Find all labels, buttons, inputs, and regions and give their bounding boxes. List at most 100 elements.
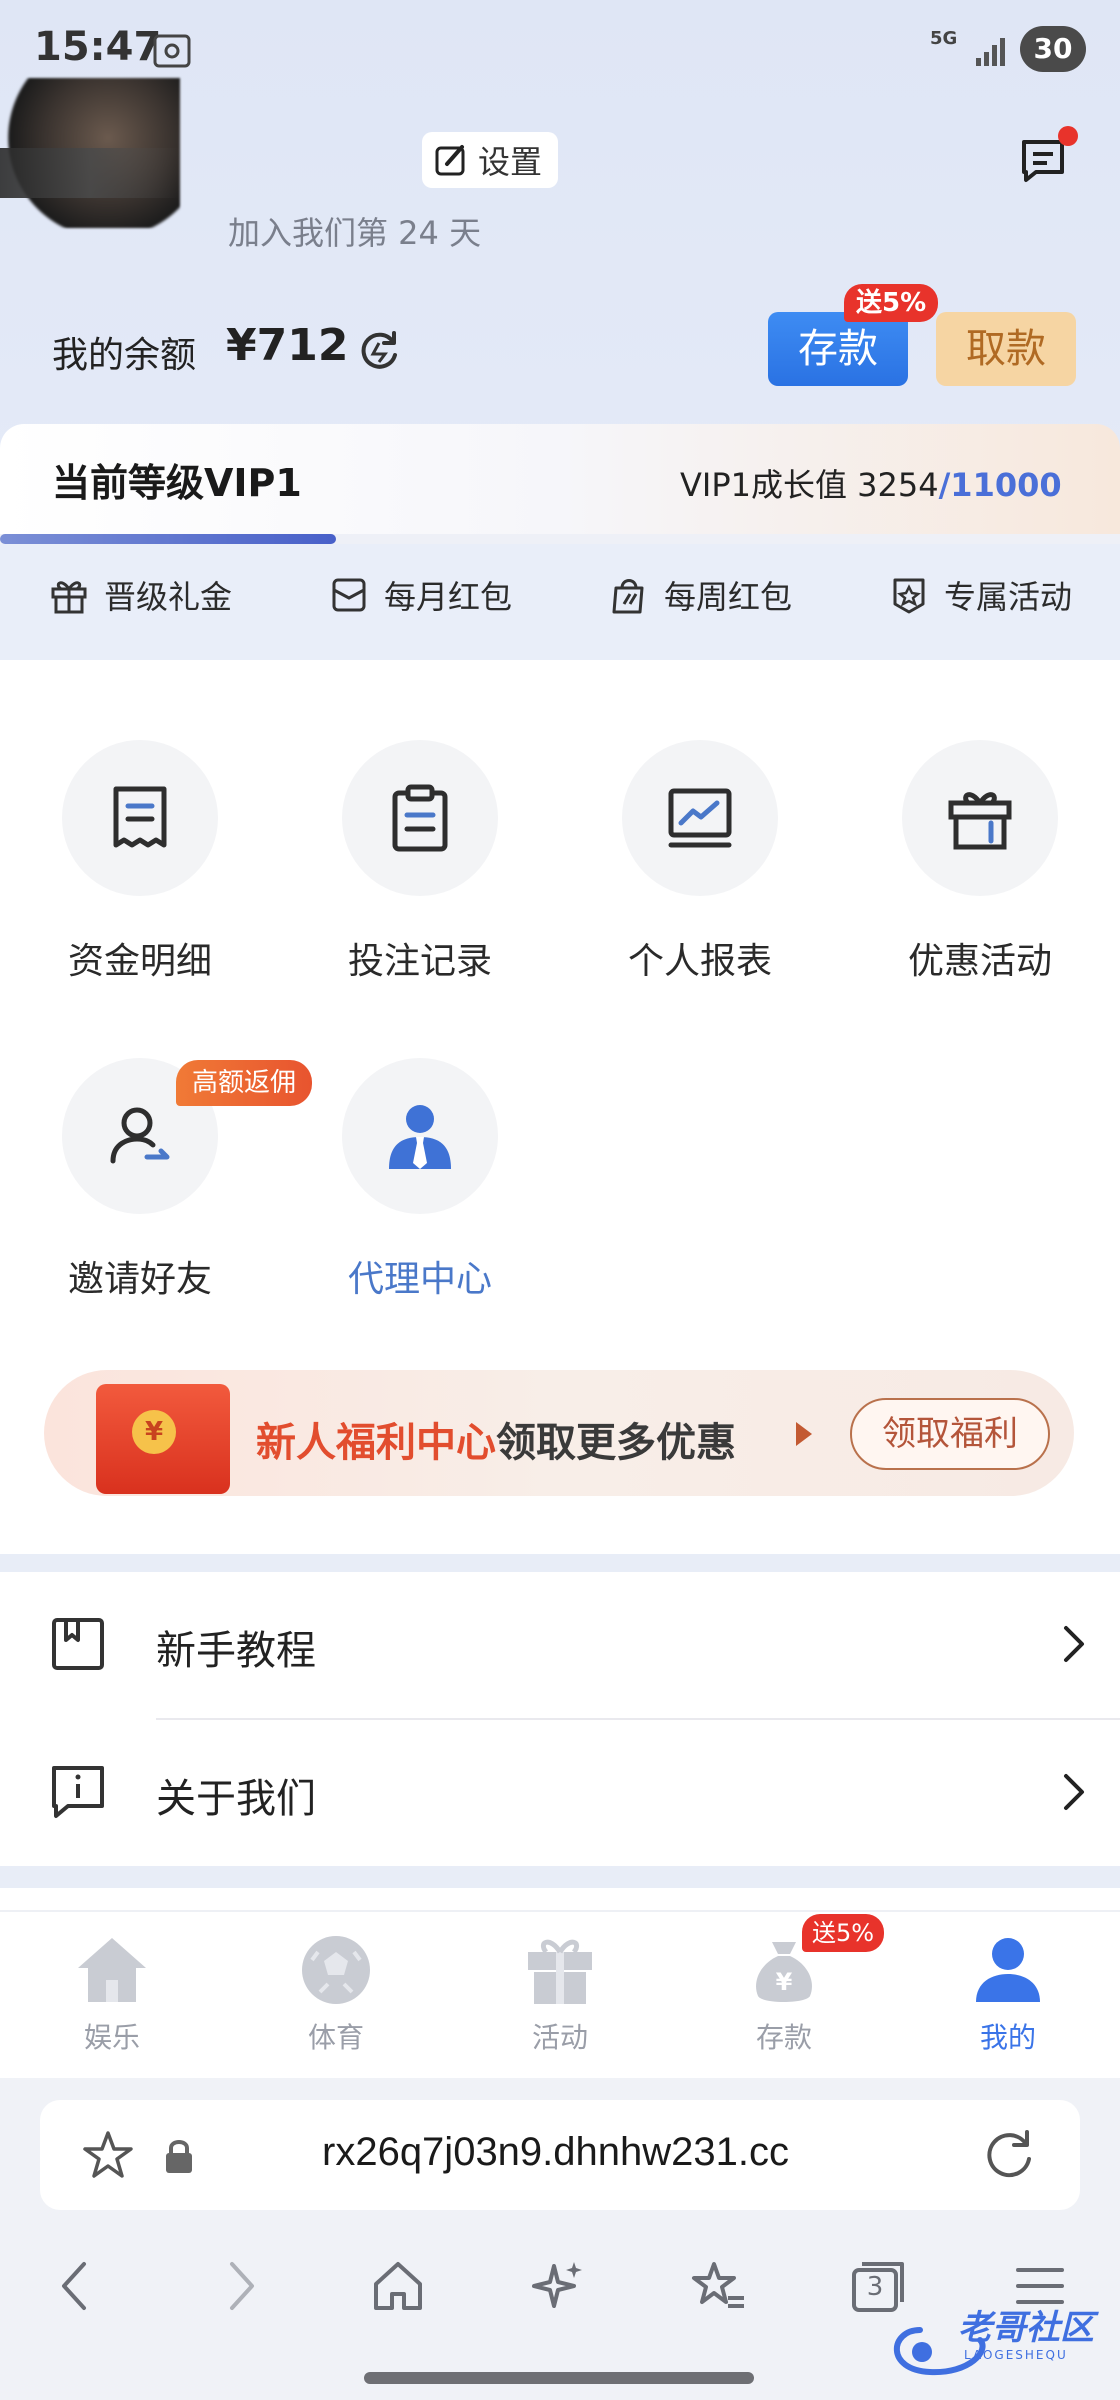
welfare-title: 新人福利中心领取更多优惠 bbox=[256, 1410, 736, 1468]
grid-item-fund-details[interactable]: 资金明细 bbox=[40, 740, 240, 984]
gift-icon bbox=[528, 1939, 592, 2004]
agent-icon bbox=[389, 1105, 451, 1169]
play-arrow-icon bbox=[796, 1422, 812, 1446]
gift-icon bbox=[51, 581, 87, 614]
chevron-right-icon bbox=[1064, 1774, 1084, 1810]
tab-events[interactable]: 活动 bbox=[490, 1930, 630, 2056]
list-label: 关于我们 bbox=[156, 1776, 316, 1822]
gift-box-icon bbox=[948, 792, 1012, 850]
envelope-icon bbox=[332, 578, 366, 612]
list-item-about-us[interactable]: 关于我们 bbox=[0, 1720, 1120, 1866]
grid-label: 邀请好友 bbox=[67, 1259, 212, 1300]
tab-label: 存款 bbox=[755, 2021, 812, 2054]
vip-benefit-label: 晋级礼金 bbox=[104, 578, 233, 616]
welfare-title-highlight: 新人福利中心 bbox=[256, 1420, 496, 1466]
deposit-bonus-badge: 送5% bbox=[844, 284, 939, 322]
battery-indicator: 30 bbox=[1020, 26, 1086, 72]
vip-level: 当前等级VIP1 bbox=[52, 461, 302, 505]
grid-item-agent-center[interactable]: 代理中心 bbox=[320, 1058, 520, 1302]
deposit-button[interactable]: 存款 bbox=[768, 312, 908, 386]
home-icon[interactable] bbox=[368, 2256, 428, 2316]
status-time: 15:47 bbox=[34, 24, 162, 70]
avatar-blur bbox=[0, 148, 180, 198]
notification-dot bbox=[1058, 126, 1078, 146]
url-text[interactable]: rx26q7j03n9.dhnhw231.cc bbox=[322, 2130, 789, 2175]
book-icon bbox=[52, 1618, 104, 1670]
grid-icon-circle bbox=[902, 740, 1058, 896]
list-label: 新手教程 bbox=[156, 1628, 316, 1674]
balance-label: 我的余额 bbox=[52, 335, 197, 376]
vip-progress-fill bbox=[0, 534, 336, 544]
shopping-bag-icon bbox=[612, 579, 644, 614]
screenshot-icon bbox=[153, 34, 191, 68]
vip-benefit-label: 每周红包 bbox=[664, 578, 793, 616]
vip-benefit-label: 每月红包 bbox=[384, 578, 513, 616]
edit-icon bbox=[435, 145, 465, 176]
grid-icon-circle bbox=[342, 740, 498, 896]
invite-user-icon bbox=[110, 1107, 170, 1164]
withdraw-button[interactable]: 取款 bbox=[936, 312, 1076, 386]
reload-icon[interactable] bbox=[980, 2126, 1038, 2184]
grid-label: 优惠活动 bbox=[907, 941, 1052, 982]
coin-icon: ¥ bbox=[132, 1410, 176, 1454]
settings-button[interactable]: 设置 bbox=[422, 132, 559, 188]
refresh-icon[interactable] bbox=[356, 328, 402, 374]
claim-welfare-button[interactable]: 领取福利 bbox=[850, 1398, 1050, 1470]
settings-label: 设置 bbox=[478, 143, 543, 181]
vip-growth-current: 3254 bbox=[857, 466, 939, 504]
join-days-text: 加入我们第 24 天 bbox=[228, 214, 482, 252]
section-separator bbox=[0, 1866, 1120, 1888]
tab-label: 娱乐 bbox=[83, 2021, 140, 2054]
forward-icon[interactable] bbox=[210, 2256, 270, 2316]
tab-label: 活动 bbox=[531, 2021, 588, 2054]
badge-icon bbox=[893, 578, 925, 614]
tab-deposit-badge: 送5% bbox=[802, 1914, 885, 1952]
vip-benefit-promotion-gift[interactable]: 晋级礼金 bbox=[48, 572, 232, 618]
grid-item-personal-report[interactable]: 个人报表 bbox=[600, 740, 800, 984]
welfare-title-rest: 领取更多优惠 bbox=[496, 1420, 736, 1466]
section-separator bbox=[0, 1554, 1120, 1572]
network-indicator: 5G bbox=[930, 28, 958, 49]
tab-label: 我的 bbox=[979, 2021, 1036, 2054]
sparkle-icon[interactable] bbox=[528, 2256, 588, 2316]
info-icon bbox=[52, 1766, 104, 1818]
grid-label: 个人报表 bbox=[627, 941, 772, 982]
vip-benefit-monthly-redpack[interactable]: 每月红包 bbox=[328, 572, 512, 618]
grid-label: 代理中心 bbox=[347, 1259, 492, 1300]
grid-label: 资金明细 bbox=[67, 941, 212, 982]
signal-icon bbox=[976, 38, 1005, 66]
lock-icon bbox=[166, 2140, 192, 2173]
list-item-tutorial[interactable]: 新手教程 bbox=[0, 1572, 1120, 1718]
home-icon bbox=[78, 1938, 146, 2002]
grid-icon-circle bbox=[622, 740, 778, 896]
vip-growth: VIP1成长值 3254/11000 bbox=[680, 460, 1062, 506]
watermark-text: 老哥社区 bbox=[958, 2308, 1094, 2348]
balance-value: ¥712 bbox=[226, 320, 349, 371]
home-indicator bbox=[364, 2372, 754, 2384]
tab-sports[interactable]: 体育 bbox=[266, 1930, 406, 2056]
grid-item-bet-records[interactable]: 投注记录 bbox=[320, 740, 520, 984]
high-commission-badge: 高额返佣 bbox=[176, 1060, 313, 1106]
chart-monitor-icon bbox=[668, 788, 732, 848]
grid-label: 投注记录 bbox=[347, 941, 492, 982]
vip-benefit-label: 专属活动 bbox=[944, 578, 1073, 616]
chevron-right-icon bbox=[1064, 1626, 1084, 1662]
tab-label: 体育 bbox=[307, 2021, 364, 2054]
watermark-subtext: LAOGESHEQU bbox=[964, 2348, 1068, 2362]
vip-benefit-exclusive-event[interactable]: 专属活动 bbox=[888, 572, 1072, 618]
grid-item-promotions[interactable]: 优惠活动 bbox=[880, 740, 1080, 984]
bookmarks-icon[interactable] bbox=[688, 2256, 748, 2316]
star-icon[interactable] bbox=[80, 2128, 136, 2184]
clipboard-icon bbox=[392, 784, 448, 852]
receipt-icon bbox=[113, 786, 167, 848]
tab-entertainment[interactable]: 娱乐 bbox=[42, 1930, 182, 2056]
tab-mine[interactable]: 我的 bbox=[938, 1930, 1078, 2056]
vip-growth-label: VIP1成长值 bbox=[680, 466, 847, 504]
grid-icon-circle bbox=[62, 740, 218, 896]
vip-benefit-weekly-redpack[interactable]: 每周红包 bbox=[608, 572, 792, 618]
vip-growth-max: /11000 bbox=[938, 466, 1062, 504]
back-icon[interactable] bbox=[46, 2256, 106, 2316]
grid-icon-circle bbox=[342, 1058, 498, 1214]
user-icon bbox=[976, 1938, 1040, 2002]
soccer-ball-icon bbox=[302, 1936, 370, 2004]
